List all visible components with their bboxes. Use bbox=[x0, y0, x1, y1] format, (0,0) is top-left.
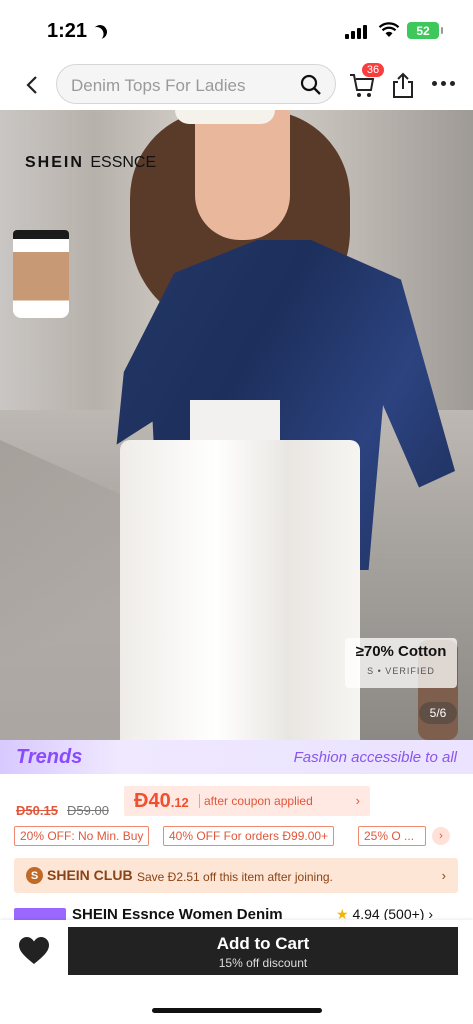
status-bar: 1:21 52 bbox=[0, 0, 473, 60]
signal-icon bbox=[345, 25, 367, 39]
promo-tag[interactable]: 25% O ... bbox=[358, 826, 426, 846]
status-time: 1:21 bbox=[47, 20, 107, 43]
coupon-price: Đ40.12 bbox=[134, 790, 189, 812]
coupon-price-button[interactable]: Đ40.12 after coupon applied › bbox=[124, 786, 370, 816]
home-indicator bbox=[152, 1008, 322, 1013]
heart-icon[interactable] bbox=[18, 936, 50, 966]
trends-logo: Trends bbox=[16, 746, 83, 768]
brand-logo: SHEIN ESSNCE bbox=[25, 154, 157, 171]
original-price: Đ50.15 bbox=[16, 803, 58, 818]
coupon-text: after coupon applied bbox=[204, 794, 313, 808]
chevron-right-icon: › bbox=[428, 906, 434, 920]
search-placeholder: Denim Tops For Ladies bbox=[71, 76, 246, 95]
price-row: Đ50.15 Đ59.00 Đ40.12 after coupon applie… bbox=[0, 786, 473, 818]
coffee-cup bbox=[13, 230, 69, 318]
cotton-verified-badge: ≥70% Cotton S • VERIFIED bbox=[345, 638, 457, 688]
battery-icon: 52 bbox=[407, 22, 443, 39]
star-icon: ★ bbox=[336, 906, 349, 920]
chevron-left-icon bbox=[26, 76, 37, 94]
share-icon[interactable] bbox=[390, 71, 416, 99]
more-options-button[interactable] bbox=[432, 81, 455, 86]
top-nav: Denim Tops For Ladies 36 bbox=[0, 60, 473, 110]
bottom-action-bar: Add to Cart 15% off discount bbox=[0, 920, 473, 1024]
club-name: SHEIN CLUB bbox=[47, 867, 133, 883]
trends-badge bbox=[14, 908, 66, 920]
wifi-icon bbox=[378, 22, 400, 37]
promo-tag[interactable]: 20% OFF: No Min. Buy bbox=[14, 826, 150, 846]
club-icon: S bbox=[26, 867, 43, 884]
model-sunglasses bbox=[175, 110, 275, 124]
product-image-carousel[interactable]: SHEIN ESSNCE ≥70% Cotton S • VERIFIED 5/… bbox=[0, 110, 473, 740]
product-rating[interactable]: ★ 4.94 (500+) › bbox=[336, 906, 433, 920]
trends-banner[interactable]: Trends Fashion accessible to all bbox=[0, 740, 473, 774]
chevron-right-icon: › bbox=[355, 793, 360, 808]
retail-price: Đ59.00 bbox=[67, 803, 109, 818]
trends-tagline: Fashion accessible to all bbox=[293, 749, 457, 766]
promo-tags[interactable]: 20% OFF: No Min. Buy 40% OFF For orders … bbox=[0, 826, 473, 846]
promo-tag[interactable]: 40% OFF For orders Đ99.00+ bbox=[163, 826, 335, 846]
add-to-cart-button[interactable]: Add to Cart 15% off discount bbox=[68, 927, 458, 975]
search-input[interactable]: Denim Tops For Ladies bbox=[56, 64, 336, 104]
product-title-row[interactable]: SHEIN Essnce Women Denim ★ 4.94 (500+) › bbox=[0, 904, 473, 920]
shein-club-banner[interactable]: S SHEIN CLUB Save Đ2.51 off this item af… bbox=[14, 858, 458, 893]
chevron-right-icon[interactable]: › bbox=[432, 827, 450, 845]
cart-count-badge: 36 bbox=[361, 62, 385, 78]
search-icon[interactable] bbox=[299, 73, 323, 97]
white-pants bbox=[120, 440, 360, 740]
model-face bbox=[195, 110, 290, 240]
chevron-right-icon: › bbox=[441, 868, 446, 883]
image-counter: 5/6 bbox=[419, 702, 457, 724]
moon-icon bbox=[90, 22, 109, 41]
back-button[interactable] bbox=[18, 71, 46, 99]
club-description: Save Đ2.51 off this item after joining. bbox=[137, 870, 333, 884]
product-title: SHEIN Essnce Women Denim bbox=[72, 906, 283, 920]
